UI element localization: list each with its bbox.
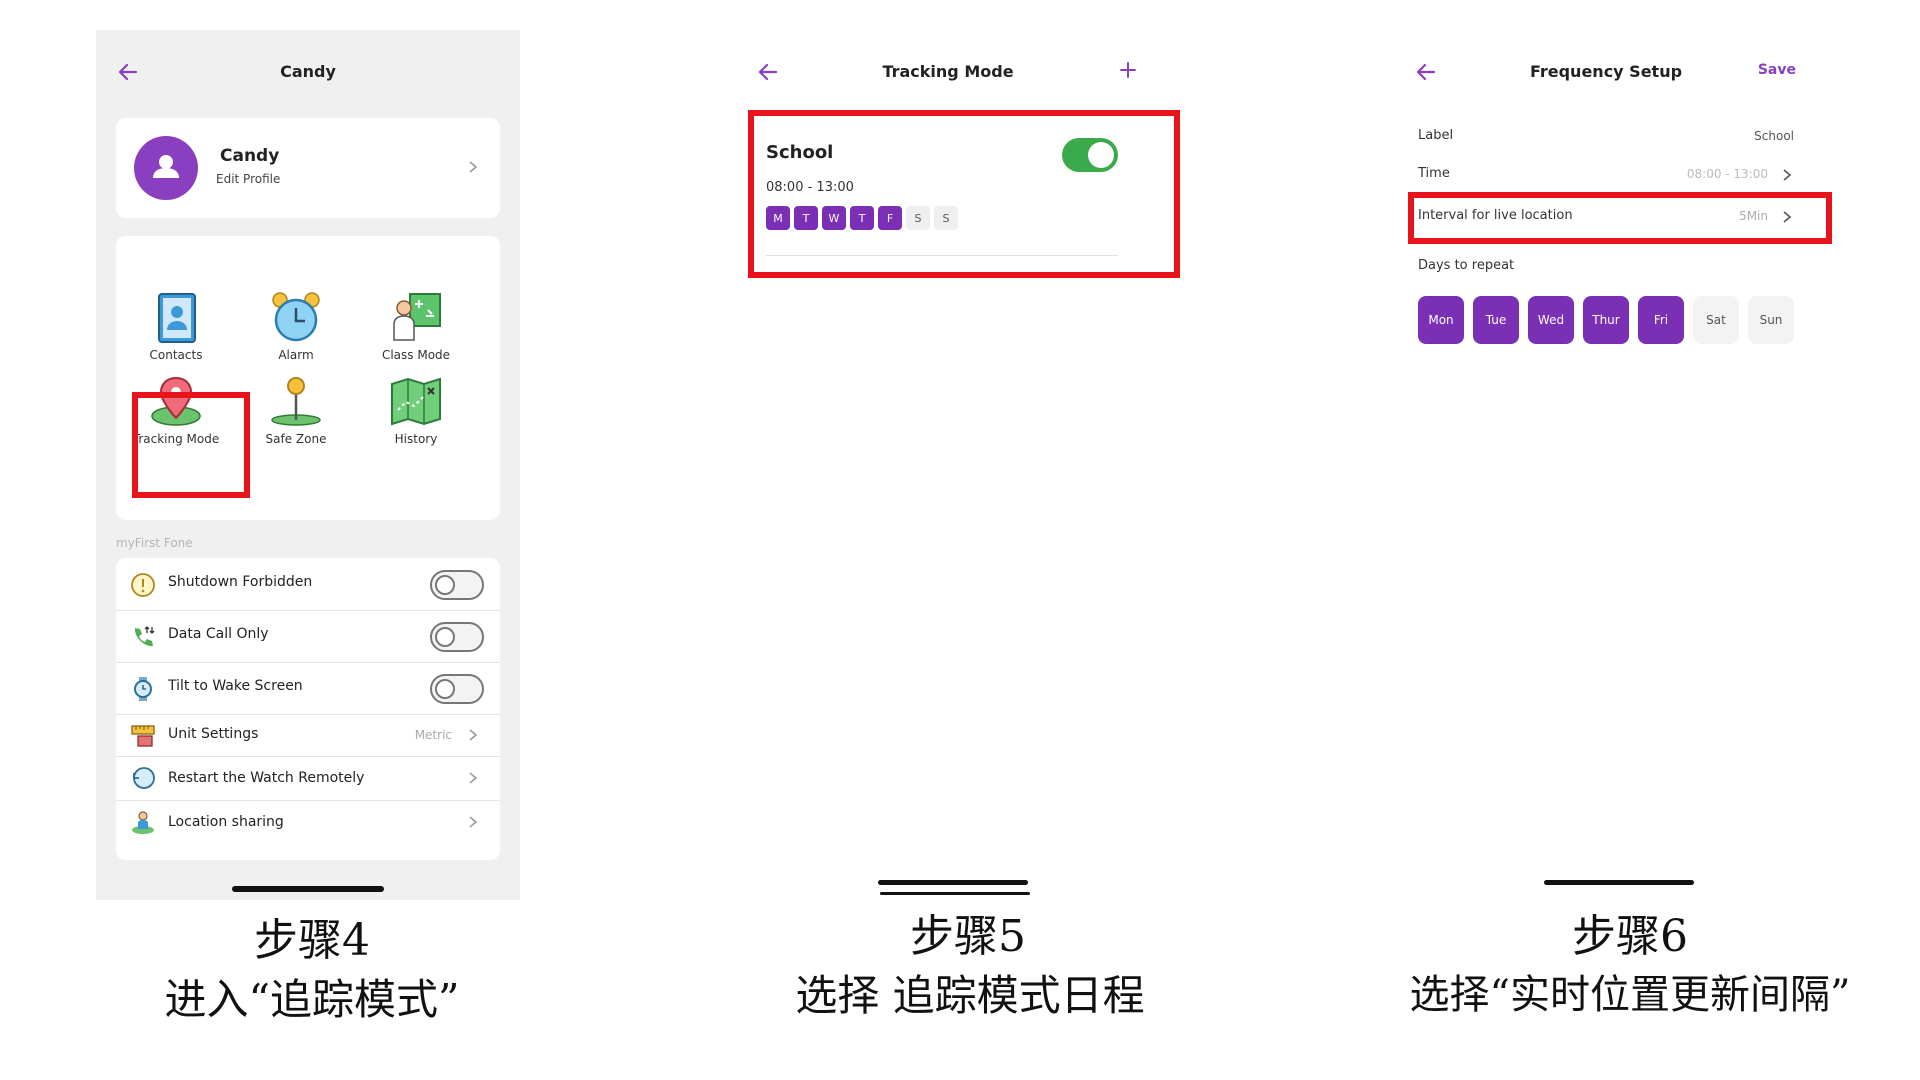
grid-item-class-mode[interactable]: Class Mode — [361, 290, 471, 362]
chevron-right-icon — [469, 729, 478, 741]
time-value: 08:00 - 13:00 — [1686, 167, 1768, 181]
user-icon — [153, 155, 179, 178]
profile-card[interactable]: Candy Edit Profile — [116, 118, 500, 218]
interval-highlight — [1408, 192, 1832, 244]
candy-screen: Candy Candy Edit Profile Contacts Alarm … — [96, 30, 520, 900]
tracking-mode-highlight — [132, 392, 250, 498]
setting-row-tilt-to-wake[interactable]: Tilt to Wake Screen — [116, 662, 500, 715]
add-icon[interactable] — [1116, 58, 1140, 82]
contacts-icon — [158, 293, 196, 343]
class-mode-icon — [393, 293, 441, 341]
day-button-mon[interactable]: Mon — [1418, 296, 1464, 344]
setting-row-location-sharing[interactable]: Location sharing — [116, 800, 500, 844]
step-6-label: 步骤6 — [1572, 911, 1688, 962]
grid-item-history[interactable]: History — [361, 374, 471, 446]
unit-value: Metric — [414, 728, 452, 742]
step-6-caption: 选择“实时位置更新间隔” — [1409, 972, 1851, 1018]
label-value: School — [1754, 129, 1794, 143]
setting-row-shutdown-forbidden[interactable]: Shutdown Forbidden — [116, 558, 500, 611]
day-button-sun[interactable]: Sun — [1748, 296, 1794, 344]
home-indicator-shadow — [880, 892, 1030, 895]
schedule-highlight — [748, 110, 1180, 278]
grid-item-alarm[interactable]: Alarm — [241, 290, 351, 362]
page-title: Tracking Mode — [882, 62, 1014, 81]
day-button-thur[interactable]: Thur — [1583, 296, 1629, 344]
grid-item-safe-zone[interactable]: Safe Zone — [241, 374, 351, 446]
setting-row-restart-watch[interactable]: Restart the Watch Remotely — [116, 756, 500, 801]
warning-circle-icon — [131, 573, 155, 597]
candy-header: Candy — [96, 30, 520, 112]
day-button-fri[interactable]: Fri — [1638, 296, 1684, 344]
frequency-setup-screen: Frequency Setup Save Label School Time 0… — [1394, 30, 1832, 900]
settings-list: Shutdown Forbidden Data Call Only Tilt t… — [116, 558, 500, 860]
chevron-right-icon — [1783, 169, 1792, 181]
home-indicator — [1544, 880, 1694, 885]
profile-name: Candy — [220, 146, 280, 166]
step-5-caption: 选择 追踪模式日程 — [795, 971, 1145, 1020]
home-indicator — [232, 886, 384, 892]
location-sharing-icon — [132, 811, 154, 834]
day-button-tue[interactable]: Tue — [1473, 296, 1519, 344]
watch-icon — [134, 677, 152, 701]
step-4-label: 步骤4 — [254, 915, 370, 966]
setting-row-data-call-only[interactable]: Data Call Only — [116, 610, 500, 663]
page-title: Candy — [280, 62, 336, 81]
alarm-clock-icon — [272, 292, 320, 342]
data-call-only-toggle[interactable] — [430, 622, 484, 652]
avatar — [134, 136, 198, 200]
phone-data-icon — [134, 626, 155, 647]
tracking-header: Tracking Mode — [736, 30, 1160, 112]
step-5-label: 步骤5 — [910, 911, 1026, 962]
chevron-right-icon — [469, 816, 478, 828]
day-button-sat[interactable]: Sat — [1693, 296, 1739, 344]
tracking-mode-screen: Tracking Mode School 08:00 - 13:00 M T W… — [736, 30, 1180, 900]
home-indicator — [878, 880, 1028, 885]
restart-icon — [133, 767, 155, 789]
chevron-right-icon — [469, 161, 478, 173]
grid-item-contacts[interactable]: Contacts — [121, 290, 231, 362]
map-history-icon — [391, 377, 441, 426]
day-button-wed[interactable]: Wed — [1528, 296, 1574, 344]
save-button[interactable]: Save — [1758, 62, 1796, 78]
shutdown-forbidden-toggle[interactable] — [430, 570, 484, 600]
ruler-icon — [131, 725, 155, 747]
page-title: Frequency Setup — [1529, 62, 1683, 81]
days-label: Days to repeat — [1418, 258, 1515, 273]
tilt-to-wake-toggle[interactable] — [430, 674, 484, 704]
edit-profile-link[interactable]: Edit Profile — [216, 172, 280, 186]
step-4-caption: 进入“追踪模式” — [164, 975, 460, 1024]
frequency-header: Frequency Setup Save — [1394, 30, 1818, 112]
section-label: myFirst Fone — [116, 536, 193, 550]
safe-zone-pin-icon — [271, 377, 321, 426]
chevron-right-icon — [469, 772, 478, 784]
setting-row-unit-settings[interactable]: Unit Settings Metric — [116, 714, 500, 757]
